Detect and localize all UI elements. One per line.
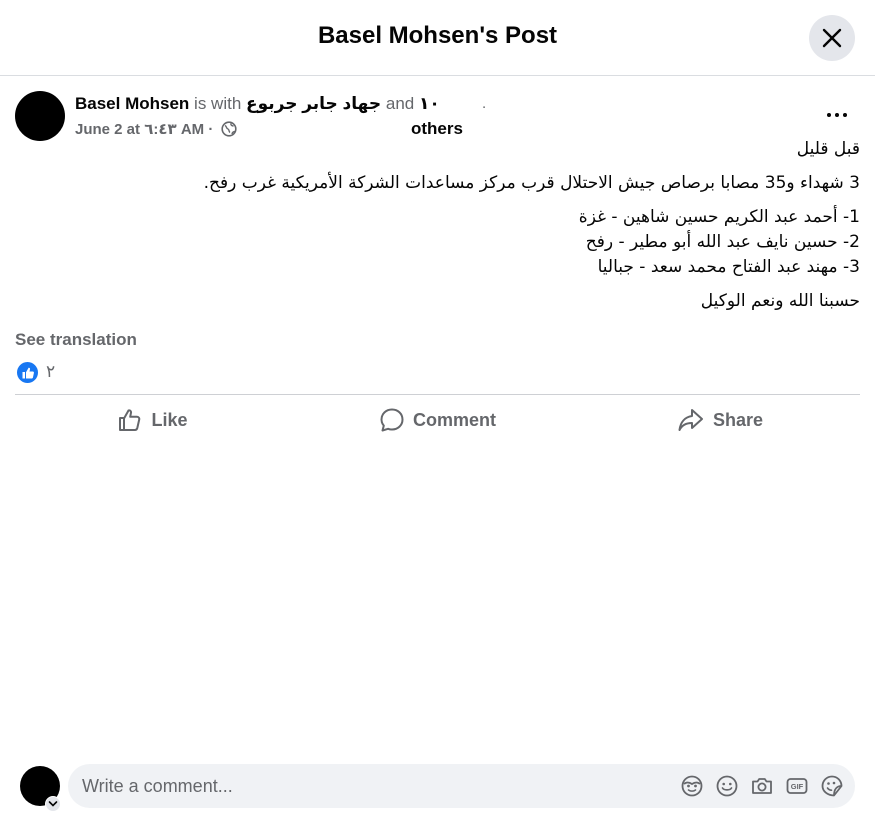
thumbs-up-icon (119, 409, 141, 431)
author-avatar[interactable] (15, 91, 65, 141)
comment-label: Comment (412, 409, 496, 430)
gif-icon[interactable]: GIF (785, 774, 809, 798)
tagged-person[interactable]: جهاد جابر جربوع (246, 94, 381, 113)
more-icon-dot (835, 113, 839, 117)
comment-input[interactable] (82, 764, 642, 808)
and-text: and (385, 94, 415, 113)
with-text: is with (194, 94, 242, 113)
others-link[interactable]: others (411, 119, 463, 139)
author-name[interactable]: Basel Mohsen (75, 94, 189, 113)
author-line: Basel Mohsen is with جهاد جابر جربوع and… (75, 94, 440, 114)
more-icon (827, 113, 831, 117)
sticker-icon[interactable] (820, 774, 844, 798)
post-text-line: قبل قليل (796, 139, 860, 159)
comment-button[interactable]: Comment (370, 400, 505, 440)
see-translation-link[interactable]: See translation (15, 330, 137, 350)
comment-bubble-icon (380, 408, 404, 432)
share-label: Share (712, 409, 764, 430)
post-list-item: 2- حسين نايف عبد الله أبو مطير - رفح (585, 232, 860, 252)
like-button[interactable]: Like (100, 400, 205, 440)
reaction-count[interactable]: ٢ (46, 362, 55, 382)
avatar-sticker-icon[interactable] (680, 774, 704, 798)
post-timestamp[interactable]: June 2 at ٦:٤٣ AM · (75, 121, 213, 138)
share-button[interactable]: Share (670, 400, 770, 440)
post-list-item: 3- مهند عبد الفتاح محمد سعد - جباليا (597, 257, 860, 277)
more-icon-dot (843, 113, 847, 117)
dialog-title: Basel Mohsen's Post (317, 22, 558, 49)
post-text-line: حسبنا الله ونعم الوكيل (700, 291, 860, 311)
more-options-button[interactable] (818, 96, 856, 134)
actions-divider (15, 394, 860, 395)
close-button[interactable] (809, 15, 855, 61)
globe-icon (220, 121, 237, 141)
dialog-header: Basel Mohsen's Post (0, 0, 875, 76)
thumbs-up-icon (22, 367, 34, 379)
chevron-down-icon[interactable] (45, 796, 61, 812)
share-arrow-icon (678, 409, 703, 431)
post-text-line: 3 شهداء و35 مصابا برصاص جيش الاحتلال قرب… (203, 173, 860, 193)
others-count[interactable]: ١٠ (419, 94, 440, 113)
post-list-item: 1- أحمد عبد الكريم حسين شاهين - غزة (578, 207, 860, 227)
like-label: Like (151, 409, 188, 430)
comment-box: GIF (68, 764, 855, 808)
post-meta: June 2 at ٦:٤٣ AM · (75, 120, 237, 141)
close-icon (822, 28, 842, 48)
separator-dot: . (482, 95, 487, 112)
emoji-icon[interactable] (715, 774, 739, 798)
like-reaction-badge[interactable] (16, 361, 39, 384)
svg-text:GIF: GIF (791, 782, 804, 791)
camera-icon[interactable] (750, 774, 774, 798)
